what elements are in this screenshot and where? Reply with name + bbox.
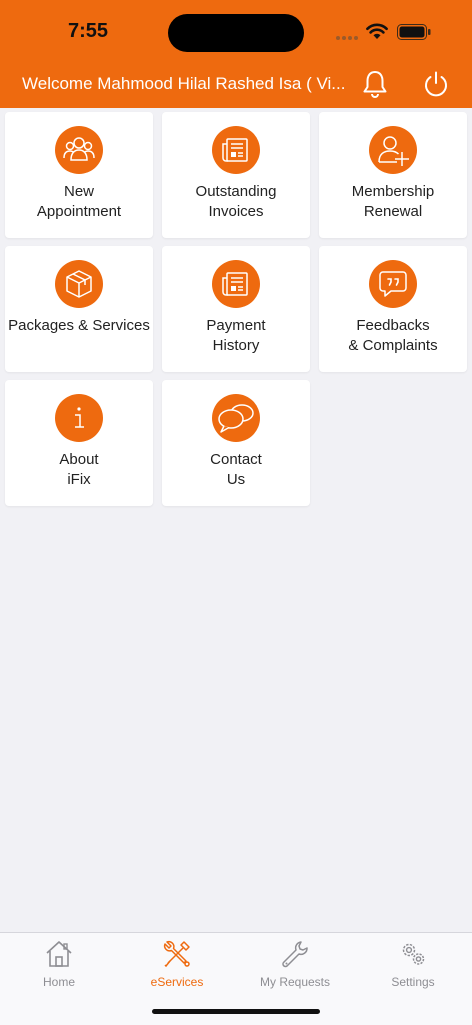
wrench-icon	[282, 941, 308, 968]
user-add-icon	[378, 136, 409, 166]
tile-label-line1: Membership	[351, 183, 435, 200]
signal-icon	[336, 36, 358, 40]
tile-label-line1: Feedbacks	[356, 317, 430, 334]
tile-feedbacks-complaints[interactable]: Feedbacks & Complaints	[319, 246, 467, 372]
status-time: 7:55	[68, 20, 109, 42]
bell-icon	[363, 71, 387, 98]
tab-eservices[interactable]: eServices	[118, 937, 236, 993]
battery-icon	[397, 24, 431, 40]
tile-membership-renewal[interactable]: Membership Renewal	[319, 112, 467, 238]
tile-label-line1: Packages & Services	[8, 317, 150, 334]
tab-label: eServices	[150, 975, 204, 989]
tab-settings[interactable]: Settings	[354, 937, 472, 993]
tile-label-line2: Us	[226, 470, 246, 488]
app-header: 7:55 Welcome Mahmood Hilal Rashed Isa ( …	[0, 0, 472, 108]
tile-outstanding-invoices[interactable]: Outstanding Invoices	[162, 112, 310, 238]
people-group-icon	[63, 137, 95, 161]
receipt-icon	[222, 272, 248, 296]
tile-payment-history[interactable]: Payment History	[162, 246, 310, 372]
tile-label-line2: Invoices	[208, 202, 264, 220]
tile-packages-services[interactable]: Packages & Services	[5, 246, 153, 372]
gears-icon	[402, 943, 425, 965]
tab-label: Settings	[391, 975, 435, 989]
tile-label-line2: History	[212, 336, 260, 354]
tile-label-line2: Renewal	[363, 202, 423, 220]
tile-new-appointment[interactable]: New Appointment	[5, 112, 153, 238]
welcome-text: Welcome Mahmood Hilal Rashed Isa ( Vi...	[22, 74, 346, 93]
home-icon	[46, 941, 72, 967]
tile-label-line2: Appointment	[36, 202, 122, 220]
chat-bubbles-icon	[218, 404, 254, 433]
tile-label-line1: New	[63, 183, 94, 200]
invoice-icon	[222, 138, 248, 162]
dynamic-island	[168, 14, 304, 52]
tile-about-ifix[interactable]: About iFix	[5, 380, 153, 506]
logout-button[interactable]	[418, 66, 454, 102]
tile-label-line1: Contact	[210, 451, 262, 468]
tile-contact-us[interactable]: Contact Us	[162, 380, 310, 506]
tab-my-requests[interactable]: My Requests	[236, 937, 354, 993]
power-icon	[425, 71, 447, 97]
tile-label-line1: Payment	[206, 317, 266, 334]
tab-label: Home	[42, 975, 75, 989]
package-box-icon	[66, 270, 92, 298]
tile-label-line2: iFix	[67, 470, 91, 488]
tile-label-line2: & Complaints	[348, 336, 438, 354]
tools-icon	[163, 940, 190, 968]
feedback-bubble-icon	[379, 271, 407, 297]
info-icon	[75, 407, 84, 428]
wifi-icon	[366, 23, 388, 39]
tab-home[interactable]: Home	[0, 937, 118, 993]
tile-label-line1: Outstanding	[195, 183, 277, 200]
tab-label: My Requests	[259, 975, 331, 989]
home-indicator[interactable]	[152, 1009, 320, 1014]
notifications-button[interactable]	[357, 66, 393, 102]
tile-label-line1: About	[59, 451, 99, 468]
